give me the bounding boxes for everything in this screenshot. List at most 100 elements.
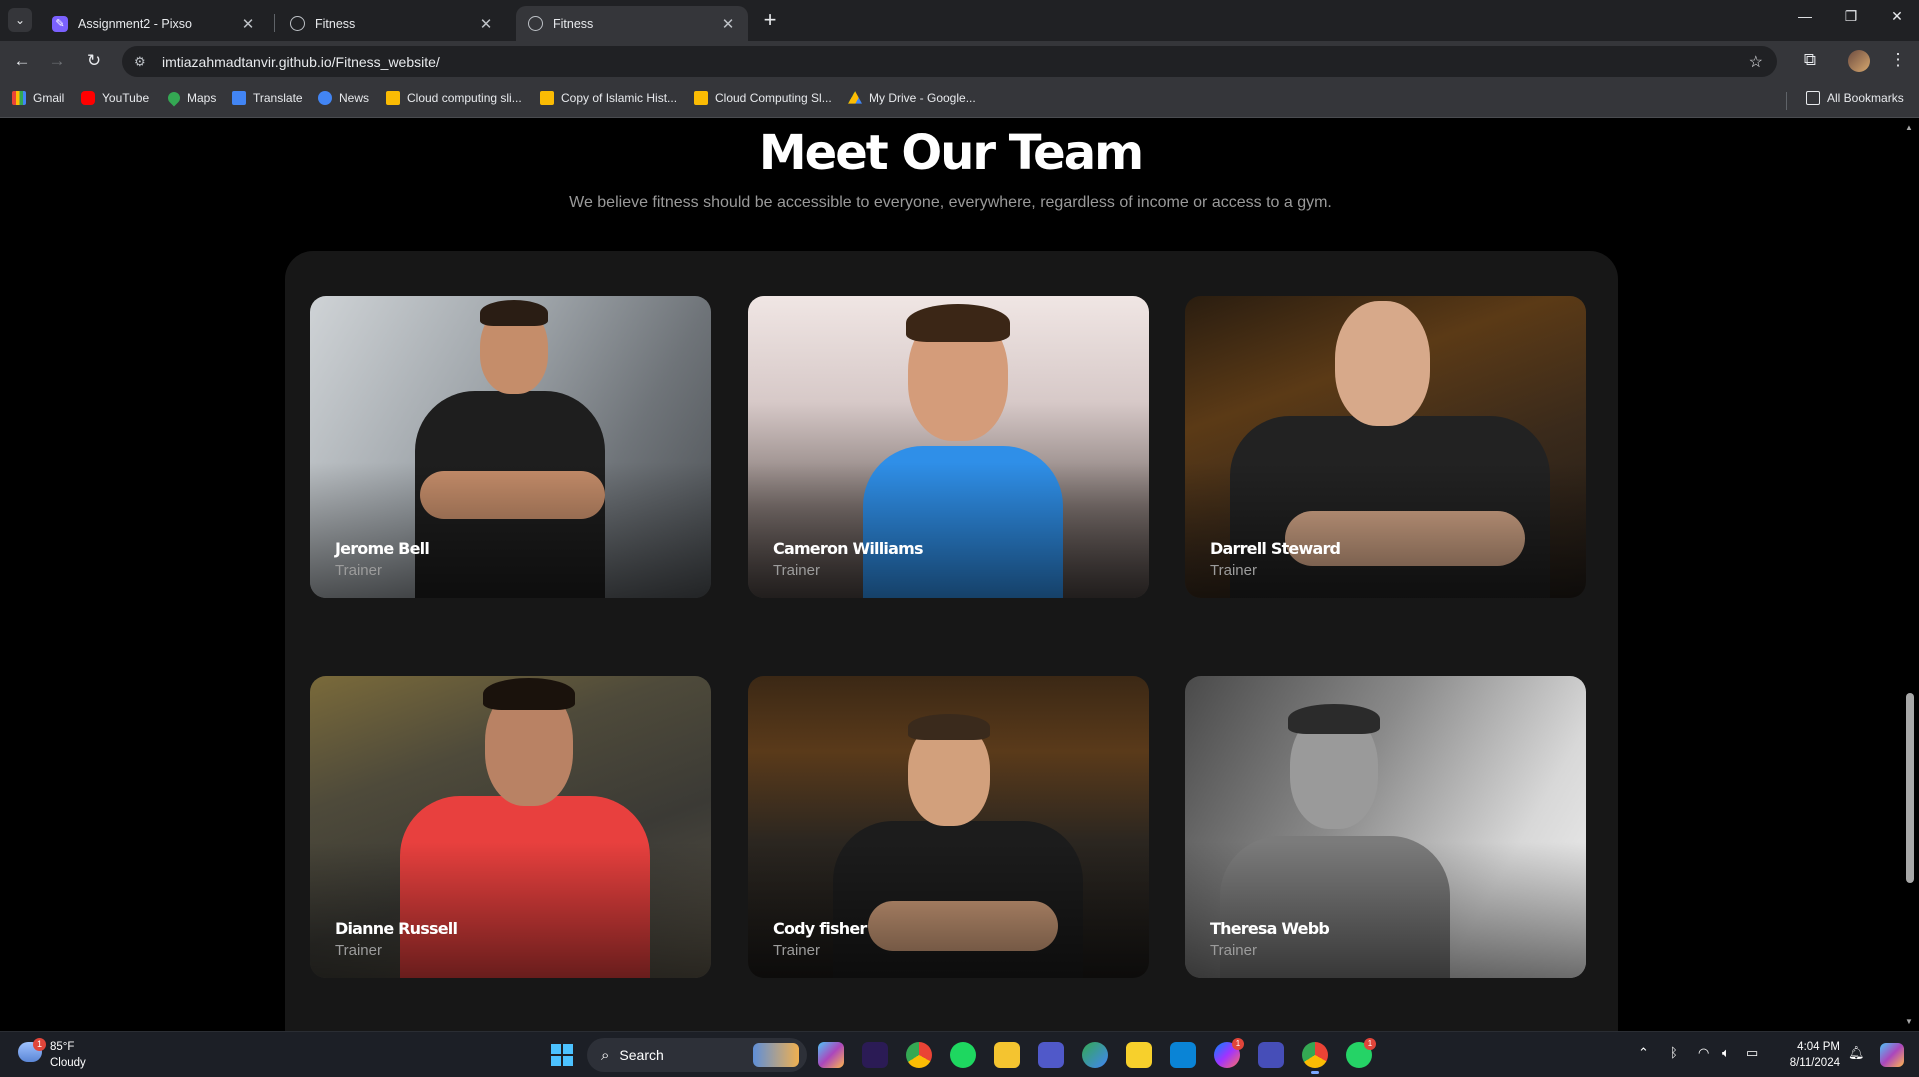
page-scrollbar[interactable]: ▲ ▼ xyxy=(1901,119,1919,1031)
page-title: Meet Our Team xyxy=(758,125,1144,181)
member-name: Dianne Russell xyxy=(335,919,458,938)
bookmark-news[interactable]: News xyxy=(318,91,369,105)
bookmark-islamic-history[interactable]: Copy of Islamic Hist... xyxy=(540,91,677,105)
weather-description: Cloudy xyxy=(50,1057,86,1069)
bluetooth-icon[interactable]: ᛒ xyxy=(1670,1045,1678,1060)
weather-badge: 1 xyxy=(33,1038,46,1051)
volume-icon[interactable]: 🔈︎ xyxy=(1722,1045,1730,1061)
notification-bell-icon[interactable]: 🔔︎ xyxy=(1848,1045,1865,1061)
messenger-icon[interactable]: 1 xyxy=(1214,1038,1244,1068)
taskbar-search[interactable]: ⌕ Search xyxy=(587,1038,807,1072)
vscode-icon[interactable] xyxy=(1170,1042,1196,1068)
messenger-badge: 1 xyxy=(1232,1038,1244,1050)
back-arrow-icon[interactable]: ← xyxy=(10,51,34,71)
teams-icon[interactable] xyxy=(1038,1042,1064,1068)
copilot-icon[interactable] xyxy=(818,1042,844,1068)
sticky-notes-icon[interactable] xyxy=(1126,1042,1152,1068)
search-icon: ⌕ xyxy=(601,1046,610,1064)
wifi-icon[interactable]: ◠ xyxy=(1698,1045,1709,1061)
bookmark-gmail[interactable]: Gmail xyxy=(12,91,64,105)
chrome-icon[interactable] xyxy=(906,1042,932,1068)
bookmarks-bar: Gmail YouTube Maps Translate News Cloud … xyxy=(0,82,1919,118)
address-bar[interactable]: ⚙ imtiazahmadtanvir.github.io/Fitness_we… xyxy=(122,46,1777,77)
scroll-up-icon[interactable]: ▲ xyxy=(1905,123,1913,132)
clock-date[interactable]: 8/11/2024 xyxy=(1778,1057,1840,1069)
browser-tab-strip: ⌄ ✎ Assignment2 - Pixso ✕ Fitness ✕ Fitn… xyxy=(0,0,1919,41)
team-card[interactable]: Cameron Williams Trainer xyxy=(748,296,1149,598)
globe-icon xyxy=(528,16,543,31)
team-card[interactable]: Jerome Bell Trainer xyxy=(310,296,711,598)
news-icon xyxy=(318,91,332,105)
member-role: Trainer xyxy=(1210,562,1257,579)
slides-icon xyxy=(694,91,708,105)
scrollbar-thumb[interactable] xyxy=(1906,693,1914,883)
gmail-icon xyxy=(12,91,26,105)
tab-title: Fitness xyxy=(553,16,594,31)
bookmark-cloud-computing[interactable]: Cloud computing sli... xyxy=(386,91,522,105)
whatsapp-icon[interactable]: 1 xyxy=(1346,1038,1376,1068)
battery-icon[interactable]: ▭ xyxy=(1746,1045,1758,1061)
window-close-icon[interactable]: ✕ xyxy=(1885,8,1909,25)
member-name: Cameron Williams xyxy=(773,539,923,558)
member-role: Trainer xyxy=(773,562,820,579)
member-name: Jerome Bell xyxy=(335,539,430,558)
profile-avatar[interactable] xyxy=(1848,50,1870,72)
bookmark-maps[interactable]: Maps xyxy=(165,89,216,107)
team-panel: Jerome Bell Trainer Cameron Williams Tra… xyxy=(285,251,1618,1031)
bookmark-star-icon[interactable]: ☆ xyxy=(1749,52,1763,72)
bookmark-cloud-computing-slides[interactable]: Cloud Computing Sl... xyxy=(694,91,832,105)
extensions-icon[interactable]: ⧉ xyxy=(1798,50,1822,70)
copilot-tray-icon[interactable] xyxy=(1880,1043,1904,1067)
bookmark-translate[interactable]: Translate xyxy=(232,91,303,105)
team-card[interactable]: Cody fisher Trainer xyxy=(748,676,1149,978)
close-icon[interactable]: ✕ xyxy=(478,15,494,33)
whatsapp-badge: 1 xyxy=(1364,1038,1376,1050)
tab-pixso[interactable]: ✎ Assignment2 - Pixso ✕ xyxy=(40,6,268,41)
minimize-icon[interactable]: — xyxy=(1793,8,1817,24)
bookmark-my-drive[interactable]: My Drive - Google... xyxy=(848,91,976,105)
team-card[interactable]: Dianne Russell Trainer xyxy=(310,676,711,978)
tab-fitness[interactable]: Fitness ✕ xyxy=(278,6,506,41)
search-highlight-image xyxy=(753,1043,799,1067)
close-icon[interactable]: ✕ xyxy=(720,15,736,33)
folder-icon xyxy=(1806,91,1820,105)
tab-search-chevron-icon[interactable]: ⌄ xyxy=(8,8,32,32)
member-role: Trainer xyxy=(773,942,820,959)
tab-fitness-active[interactable]: Fitness ✕ xyxy=(516,6,748,41)
file-explorer-icon[interactable] xyxy=(994,1042,1020,1068)
member-role: Trainer xyxy=(335,562,382,579)
scroll-down-icon[interactable]: ▼ xyxy=(1905,1017,1913,1026)
chrome-active-icon[interactable] xyxy=(1302,1042,1328,1074)
all-bookmarks[interactable]: All Bookmarks xyxy=(1806,91,1904,105)
close-icon[interactable]: ✕ xyxy=(240,15,256,33)
chevron-up-icon[interactable]: ⌃ xyxy=(1638,1045,1649,1061)
tab-title: Fitness xyxy=(315,16,356,31)
maps-icon xyxy=(165,89,183,107)
spotify-icon[interactable] xyxy=(950,1042,976,1068)
new-tab-plus-icon[interactable]: + xyxy=(758,9,782,31)
reload-icon[interactable]: ↻ xyxy=(82,51,106,71)
site-info-icon[interactable]: ⚙ xyxy=(122,54,152,70)
pixso-app-icon[interactable] xyxy=(862,1042,888,1068)
bookmark-youtube[interactable]: YouTube xyxy=(81,91,149,105)
forward-arrow-icon[interactable]: → xyxy=(45,51,69,71)
browser-toolbar: ← → ↻ ⚙ imtiazahmadtanvir.github.io/Fitn… xyxy=(0,41,1919,82)
menu-kebab-icon[interactable]: ⋮ xyxy=(1886,50,1910,70)
clock-time[interactable]: 4:04 PM xyxy=(1790,1041,1840,1053)
slides-icon xyxy=(386,91,400,105)
restore-icon[interactable]: ❐ xyxy=(1839,8,1863,25)
search-label: Search xyxy=(619,1047,664,1063)
team-card[interactable]: Theresa Webb Trainer xyxy=(1185,676,1586,978)
teams-work-icon[interactable] xyxy=(1258,1042,1284,1068)
globe-icon xyxy=(290,16,305,31)
translate-icon xyxy=(232,91,246,105)
windows-start-icon[interactable] xyxy=(551,1044,573,1066)
windows-taskbar: 1 85°F Cloudy ⌕ Search 1 1 ⌃ ᛒ ◠ 🔈︎ ▭ 4:… xyxy=(0,1031,1919,1077)
page-subtitle: We believe fitness should be accessible … xyxy=(569,194,1332,211)
member-role: Trainer xyxy=(1210,942,1257,959)
member-name: Cody fisher xyxy=(773,919,867,938)
url-text[interactable]: imtiazahmadtanvir.github.io/Fitness_webs… xyxy=(162,54,440,70)
chrome-profile-icon[interactable] xyxy=(1082,1042,1108,1068)
tab-title: Assignment2 - Pixso xyxy=(78,16,192,31)
team-card[interactable]: Darrell Steward Trainer xyxy=(1185,296,1586,598)
